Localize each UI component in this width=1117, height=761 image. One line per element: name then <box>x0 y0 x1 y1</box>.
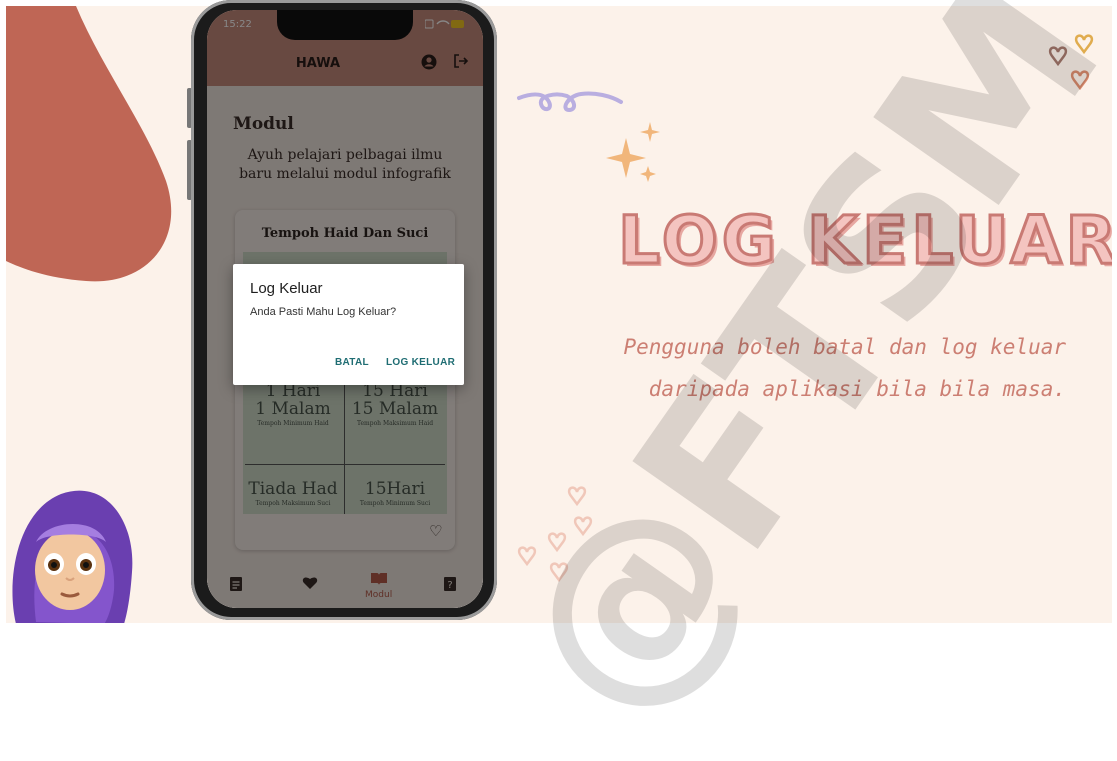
decorative-blob <box>6 6 172 282</box>
confirm-logout-button[interactable]: LOG KELUAR <box>386 357 455 368</box>
logout-dialog: Log Keluar Anda Pasti Mahu Log Keluar? B… <box>233 264 464 385</box>
slide: LOG KELUAR Pengguna boleh batal dan log … <box>6 6 1112 623</box>
squiggle-decoration <box>517 91 623 113</box>
hearts-decoration <box>1048 34 1094 91</box>
dialog-title: Log Keluar <box>250 280 323 297</box>
description-line-2: daripada aplikasi bila bila masa. <box>648 377 1066 401</box>
description-line-1: Pengguna boleh batal dan log keluar <box>623 335 1066 359</box>
sparkle-icon <box>606 122 660 182</box>
dialog-message: Anda Pasti Mahu Log Keluar? <box>250 306 397 318</box>
cancel-button[interactable]: BATAL <box>335 357 369 368</box>
description: Pengguna boleh batal dan log keluar dari… <box>576 326 1066 410</box>
headline: LOG KELUAR <box>617 201 1113 281</box>
hijab-girl-emoji <box>12 490 133 623</box>
hearts-decoration-faint <box>517 486 593 583</box>
